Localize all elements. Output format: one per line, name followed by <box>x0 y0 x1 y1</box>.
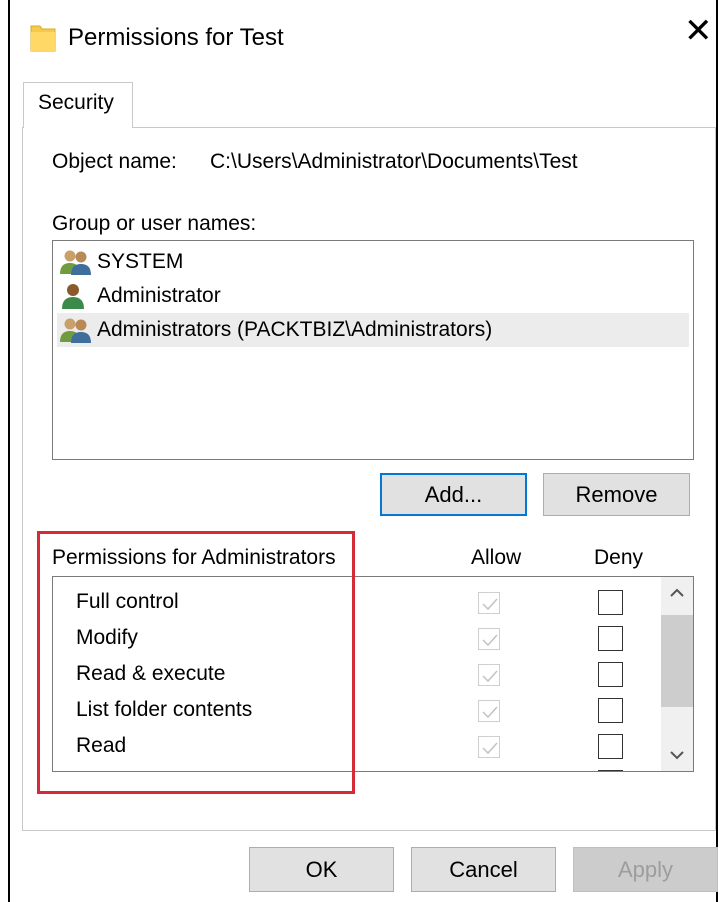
object-name-value: C:\Users\Administrator\Documents\Test <box>210 150 578 173</box>
list-item[interactable]: SYSTEM <box>57 245 689 279</box>
highlight-box <box>37 531 355 794</box>
group-names-label: Group or user names: <box>52 212 257 235</box>
list-item-label: Administrator <box>97 284 221 307</box>
allow-checkbox[interactable] <box>478 736 500 758</box>
list-item-label: SYSTEM <box>97 250 184 273</box>
tab-security[interactable]: Security <box>23 82 133 128</box>
scroll-up-icon[interactable] <box>667 583 687 603</box>
allow-checkbox[interactable] <box>478 592 500 614</box>
remove-button[interactable]: Remove <box>543 473 690 516</box>
allow-checkbox[interactable] <box>478 664 500 686</box>
deny-checkbox[interactable] <box>598 770 623 771</box>
add-button[interactable]: Add... <box>380 473 527 516</box>
group-icon <box>57 248 93 276</box>
list-item-selected[interactable]: Administrators (PACKTBIZ\Administrators) <box>57 313 689 347</box>
scroll-down-icon[interactable] <box>667 745 687 765</box>
deny-checkbox[interactable] <box>598 662 623 687</box>
cancel-button[interactable]: Cancel <box>411 847 556 892</box>
group-icon <box>57 316 93 344</box>
ok-button[interactable]: OK <box>249 847 394 892</box>
window-title: Permissions for Test <box>68 24 284 51</box>
permissions-scrollbar[interactable] <box>661 577 693 771</box>
deny-checkbox[interactable] <box>598 734 623 759</box>
allow-column-header: Allow <box>471 546 522 569</box>
deny-checkbox[interactable] <box>598 590 623 615</box>
object-name-label: Object name: <box>52 150 177 173</box>
scrollbar-thumb[interactable] <box>661 615 693 707</box>
folder-icon <box>30 22 56 52</box>
user-list[interactable]: SYSTEM Administrator Administrators (PAC… <box>52 240 694 460</box>
deny-checkbox[interactable] <box>598 698 623 723</box>
close-icon[interactable]: ✕ <box>684 14 713 48</box>
allow-checkbox[interactable] <box>478 700 500 722</box>
allow-checkbox[interactable] <box>478 628 500 650</box>
list-item[interactable]: Administrator <box>57 279 689 313</box>
deny-column-header: Deny <box>594 546 644 569</box>
list-item-label: Administrators (PACKTBIZ\Administrators) <box>97 318 493 341</box>
user-icon <box>57 282 93 310</box>
deny-checkbox[interactable] <box>598 626 623 651</box>
apply-button[interactable]: Apply <box>573 847 718 892</box>
